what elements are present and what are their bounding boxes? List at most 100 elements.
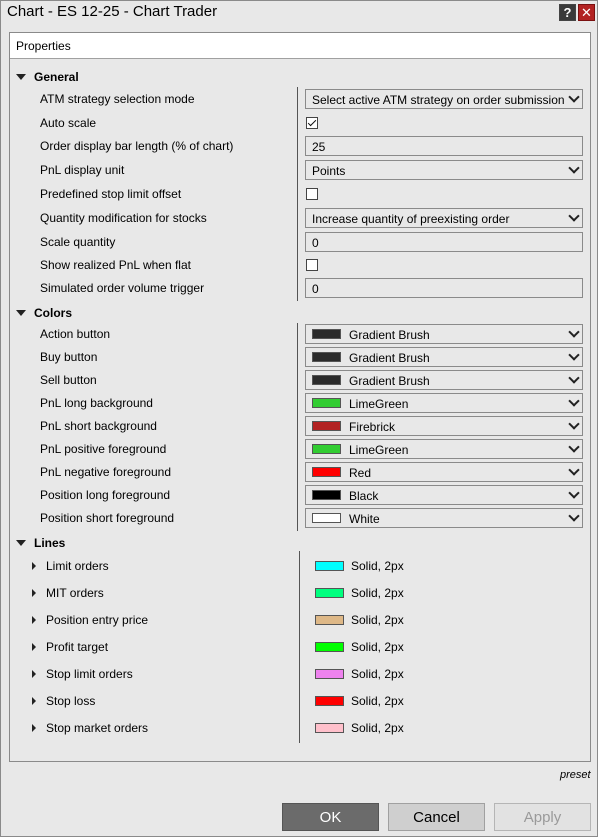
lines-label-stop-limit-orders[interactable]: Stop limit orders [46, 667, 133, 681]
colors-label-action-button: Action button [40, 327, 111, 341]
chevron-down-icon [569, 513, 578, 522]
position-long-foreground-value: Black [349, 489, 379, 503]
pnl-negative-foreground-brush-dropdown[interactable]: Red [305, 462, 583, 482]
title-bar[interactable]: Chart - ES 12-25 - Chart Trader ? ✕ [1, 1, 597, 25]
quantity-modification-for-stocks-dropdown[interactable]: Increase quantity of preexisting order [305, 208, 583, 228]
show-realized-pnl-when-flat-checkbox[interactable] [306, 259, 318, 271]
position-short-foreground-brush-dropdown[interactable]: White [305, 508, 583, 528]
chevron-right-icon[interactable] [32, 643, 36, 651]
order-display-bar-length-of-chart-input[interactable]: 25 [305, 136, 583, 156]
simulated-order-volume-trigger-input[interactable]: 0 [305, 278, 583, 298]
lines-label-profit-target[interactable]: Profit target [46, 640, 108, 654]
general-label-simulated-order-volume-trigger: Simulated order volume trigger [40, 281, 205, 295]
pnl-display-unit-value: Points [312, 164, 346, 178]
cancel-button[interactable]: Cancel [388, 803, 485, 831]
lines-header[interactable]: Lines [16, 535, 65, 550]
ok-button[interactable]: OK [282, 803, 379, 831]
color-swatch [312, 467, 341, 477]
chevron-down-icon [569, 421, 578, 430]
chart-trader-window: Chart - ES 12-25 - Chart Trader ? ✕ Prop… [0, 0, 598, 837]
lines-label-mit-orders[interactable]: MIT orders [46, 586, 104, 600]
pnl-positive-foreground-value: LimeGreen [349, 443, 409, 457]
simulated-order-volume-trigger-value: 0 [312, 282, 319, 296]
chevron-down-icon [569, 329, 578, 338]
chevron-right-icon[interactable] [32, 724, 36, 732]
general-label-show-realized-pnl-when-flat: Show realized PnL when flat [40, 258, 191, 272]
lines-label-stop-loss[interactable]: Stop loss [46, 694, 95, 708]
position-entry-price-color-swatch[interactable] [315, 615, 344, 625]
atm-strategy-selection-mode-dropdown[interactable]: Select active ATM strategy on order subm… [305, 89, 583, 109]
general-label-pnl-display-unit: PnL display unit [40, 163, 125, 177]
pnl-display-unit-dropdown[interactable]: Points [305, 160, 583, 180]
colors-title: Colors [34, 305, 73, 320]
buy-button-brush-dropdown[interactable]: Gradient Brush [305, 347, 583, 367]
pnl-positive-foreground-brush-dropdown[interactable]: LimeGreen [305, 439, 583, 459]
general-header[interactable]: General [16, 69, 79, 84]
mit-orders-stroke-value[interactable]: Solid, 2px [351, 586, 404, 600]
scale-quantity-value: 0 [312, 236, 319, 250]
colors-header[interactable]: Colors [16, 305, 72, 320]
auto-scale-checkbox[interactable] [306, 117, 318, 129]
colors-label-position-short-foreground: Position short foreground [40, 511, 175, 525]
close-icon: ✕ [581, 4, 592, 20]
color-swatch [312, 398, 341, 408]
apply-button[interactable]: Apply [494, 803, 591, 831]
lines-label-stop-market-orders[interactable]: Stop market orders [46, 721, 148, 735]
color-swatch [312, 513, 341, 523]
pnl-short-background-brush-dropdown[interactable]: Firebrick [305, 416, 583, 436]
limit-orders-stroke-value[interactable]: Solid, 2px [351, 559, 404, 573]
help-icon: ? [563, 5, 572, 20]
colors-label-position-long-foreground: Position long foreground [40, 488, 171, 502]
profit-target-stroke-value[interactable]: Solid, 2px [351, 640, 404, 654]
stop-limit-orders-color-swatch[interactable] [315, 669, 344, 679]
color-swatch [312, 421, 341, 431]
chevron-down-icon [569, 165, 578, 174]
position-long-foreground-brush-dropdown[interactable]: Black [305, 485, 583, 505]
sell-button-value: Gradient Brush [349, 374, 430, 388]
lines-label-limit-orders[interactable]: Limit orders [46, 559, 109, 573]
chevron-down-icon [569, 490, 578, 499]
sell-button-brush-dropdown[interactable]: Gradient Brush [305, 370, 583, 390]
action-button-value: Gradient Brush [349, 328, 430, 342]
colors-label-buy-button: Buy button [40, 350, 98, 364]
general-label-atm-strategy-selection-mode: ATM strategy selection mode [40, 92, 195, 106]
mit-orders-color-swatch[interactable] [315, 588, 344, 598]
limit-orders-color-swatch[interactable] [315, 561, 344, 571]
help-button[interactable]: ? [559, 4, 576, 21]
stop-market-orders-stroke-value[interactable]: Solid, 2px [351, 721, 404, 735]
colors-label-pnl-short-background: PnL short background [40, 419, 157, 433]
color-swatch [312, 329, 341, 339]
stop-loss-color-swatch[interactable] [315, 696, 344, 706]
predefined-stop-limit-offset-checkbox[interactable] [306, 188, 318, 200]
preset-label[interactable]: preset [560, 769, 591, 781]
position-entry-price-stroke-value[interactable]: Solid, 2px [351, 613, 404, 627]
stop-loss-stroke-value[interactable]: Solid, 2px [351, 694, 404, 708]
chevron-down-icon [569, 375, 578, 384]
color-swatch [312, 375, 341, 385]
chevron-down-icon [16, 309, 26, 316]
chevron-down-icon [16, 73, 26, 80]
pnl-short-background-value: Firebrick [349, 420, 396, 434]
close-button[interactable]: ✕ [578, 4, 595, 21]
atm-strategy-selection-mode-value: Select active ATM strategy on order subm… [312, 93, 565, 107]
stop-market-orders-color-swatch[interactable] [315, 723, 344, 733]
pnl-long-background-brush-dropdown[interactable]: LimeGreen [305, 393, 583, 413]
stop-limit-orders-stroke-value[interactable]: Solid, 2px [351, 667, 404, 681]
chevron-right-icon[interactable] [32, 616, 36, 624]
profit-target-color-swatch[interactable] [315, 642, 344, 652]
properties-title: Properties [16, 39, 71, 53]
chevron-right-icon[interactable] [32, 589, 36, 597]
window-title: Chart - ES 12-25 - Chart Trader [7, 3, 218, 20]
chevron-down-icon [569, 94, 578, 103]
color-swatch [312, 444, 341, 454]
chevron-right-icon[interactable] [32, 670, 36, 678]
colors-label-pnl-long-background: PnL long background [40, 396, 153, 410]
general-label-scale-quantity: Scale quantity [40, 235, 116, 249]
scale-quantity-input[interactable]: 0 [305, 232, 583, 252]
lines-label-position-entry-price[interactable]: Position entry price [46, 613, 148, 627]
action-button-brush-dropdown[interactable]: Gradient Brush [305, 324, 583, 344]
chevron-right-icon[interactable] [32, 697, 36, 705]
chevron-right-icon[interactable] [32, 562, 36, 570]
quantity-modification-for-stocks-value: Increase quantity of preexisting order [312, 212, 510, 226]
chevron-down-icon [16, 539, 26, 546]
